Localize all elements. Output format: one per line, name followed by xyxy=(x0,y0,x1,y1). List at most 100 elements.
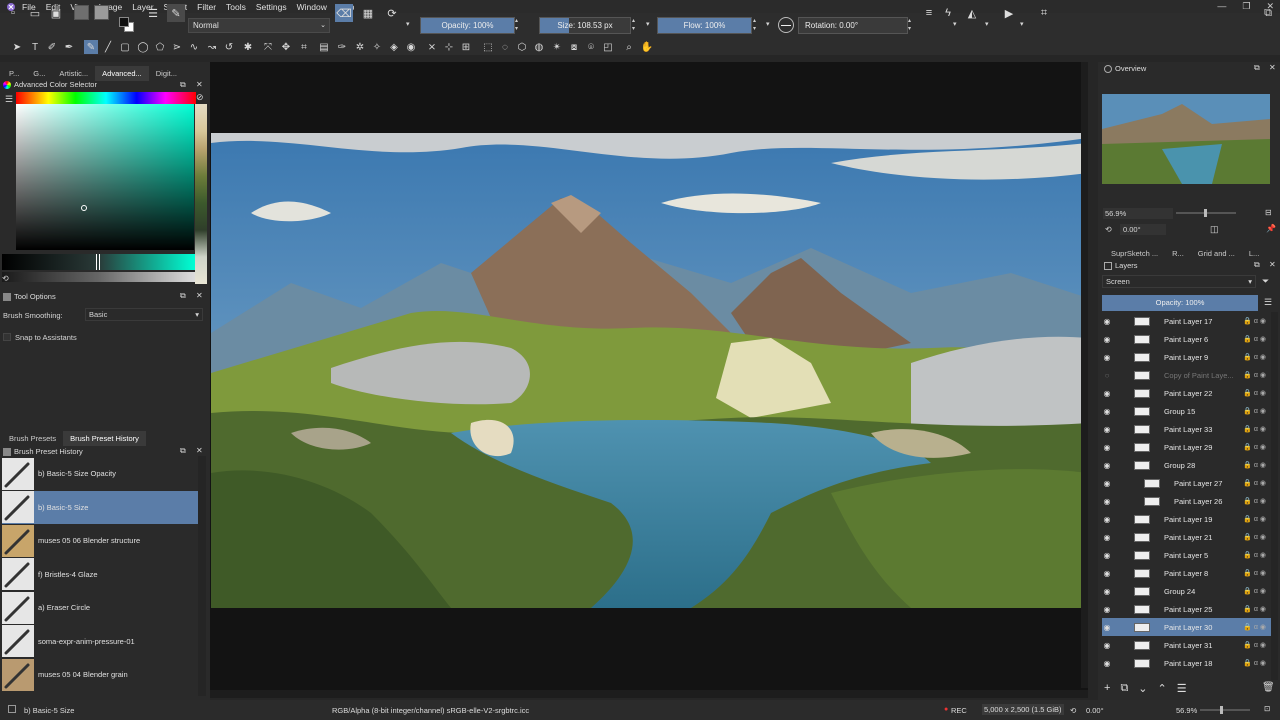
tab-0[interactable]: P... xyxy=(2,66,26,81)
tab-4[interactable]: Digit... xyxy=(149,66,184,81)
layer-row[interactable]: ◉ Paint Layer 29 🔒α◉ xyxy=(1102,438,1272,456)
freehand-brush-icon[interactable]: ✎ xyxy=(84,40,98,54)
zoom-fit-icon[interactable]: ⊟ xyxy=(1265,208,1272,217)
pattern-swatch[interactable] xyxy=(74,5,89,20)
layer-flags-icon[interactable]: 🔒α◉ xyxy=(1243,659,1268,667)
layer-flags-icon[interactable]: 🔒α◉ xyxy=(1243,371,1268,379)
multibrush-icon[interactable]: ✱ xyxy=(241,40,255,54)
status-rec[interactable]: REC xyxy=(951,706,967,715)
opacity-spin-icon[interactable]: ▴ ▾ xyxy=(515,17,518,33)
reference-tool-icon[interactable]: ⊞ xyxy=(459,40,473,54)
rotation-spin-icon[interactable]: ▴ ▾ xyxy=(908,17,911,33)
dynamic-brush-icon[interactable]: ↺ xyxy=(222,40,236,54)
chevron-down-icon[interactable]: ▾ xyxy=(766,20,770,28)
polygon-tool-icon[interactable]: ⬠ xyxy=(153,40,167,54)
bezier-tool-icon[interactable]: ∿ xyxy=(187,40,201,54)
tab-3[interactable]: Advanced... xyxy=(95,66,149,81)
rotate-icon[interactable]: ⟲ xyxy=(1105,225,1112,234)
rotation-field[interactable]: 0.00° xyxy=(1120,224,1166,235)
status-zoom-slider[interactable] xyxy=(1200,706,1250,714)
ellipse-select-icon[interactable]: ◌ xyxy=(498,40,512,54)
select-tool-icon[interactable]: ➤ xyxy=(10,40,24,54)
layer-row[interactable]: ◉ Paint Layer 22 🔒α◉ xyxy=(1102,384,1272,402)
alpha-lock-icon[interactable]: ▦ xyxy=(359,4,377,22)
menu-tools[interactable]: Tools xyxy=(222,2,252,12)
layers-scrollbar[interactable] xyxy=(1271,312,1278,680)
mirror-view-icon[interactable]: ◫ xyxy=(1210,224,1219,235)
tab-0[interactable]: SuprSketch ... xyxy=(1104,246,1165,261)
layer-row[interactable]: ◉ Group 15 🔒α◉ xyxy=(1102,402,1272,420)
layer-flags-icon[interactable]: 🔒α◉ xyxy=(1243,443,1268,451)
layer-row[interactable]: ◉ Paint Layer 17 🔒α◉ xyxy=(1102,312,1272,330)
close-panel-icon[interactable]: ✕ xyxy=(1269,63,1276,72)
enclose-fill-icon[interactable]: ◉ xyxy=(404,40,418,54)
tab-0[interactable]: Brush Presets xyxy=(2,431,63,446)
save-icon[interactable]: ▣ xyxy=(47,4,65,22)
pin-icon[interactable]: 📌 xyxy=(1266,224,1276,233)
workspace-icon[interactable]: ⧉ xyxy=(1259,4,1277,22)
layer-flags-icon[interactable]: 🔒α◉ xyxy=(1243,641,1268,649)
float-panel-icon[interactable]: ⧉ xyxy=(180,446,186,456)
freehand-path-icon[interactable]: ↝ xyxy=(205,40,219,54)
color-history-strip[interactable] xyxy=(195,104,207,284)
assistant-tool-icon[interactable]: ⨯ xyxy=(425,40,439,54)
calligraphy-icon[interactable]: ✒ xyxy=(62,40,76,54)
layer-row[interactable]: ◉ Paint Layer 21 🔒α◉ xyxy=(1102,528,1272,546)
brush-history-item[interactable]: soma-expr-anim-pressure-01 xyxy=(2,625,198,658)
zoom-tool-icon[interactable]: ⌕ xyxy=(622,40,636,54)
color-menu-icon[interactable]: ☰ xyxy=(5,94,13,105)
reload-preset-icon[interactable]: ⟳ xyxy=(383,4,401,22)
move-down-icon[interactable]: ⌄ xyxy=(1138,682,1147,695)
layer-flags-icon[interactable]: 🔒α◉ xyxy=(1243,389,1268,397)
canvas-artwork[interactable] xyxy=(211,133,1088,608)
brush-history-item[interactable]: a) Eraser Circle xyxy=(2,591,198,624)
rect-select-icon[interactable]: ⬚ xyxy=(481,40,495,54)
crop-tool-icon[interactable]: ⌗ xyxy=(297,40,311,54)
layer-flags-icon[interactable]: 🔒α◉ xyxy=(1243,479,1268,487)
eye-icon[interactable]: ◉ xyxy=(1102,389,1112,398)
layer-menu-icon[interactable]: ☰ xyxy=(1264,297,1272,308)
duplicate-layer-icon[interactable]: ⧉ xyxy=(1120,682,1128,695)
refresh-icon[interactable]: ⟲ xyxy=(2,274,9,283)
color-square[interactable] xyxy=(16,104,194,250)
layer-flags-icon[interactable]: 🔒α◉ xyxy=(1243,623,1268,631)
eye-icon[interactable]: ◉ xyxy=(1102,497,1112,506)
layer-row[interactable]: ◉ Paint Layer 31 🔒α◉ xyxy=(1102,636,1272,654)
brush-history-item[interactable]: muses 05 04 Blender grain xyxy=(2,658,198,691)
layer-flags-icon[interactable]: 🔒α◉ xyxy=(1243,515,1268,523)
brush-history-item[interactable]: b) Basic-5 Size xyxy=(2,490,198,524)
measure-tool-icon[interactable]: ⊹ xyxy=(442,40,456,54)
opacity-slider[interactable]: Opacity: 100% xyxy=(420,17,515,34)
pan-tool-icon[interactable]: ✋ xyxy=(640,40,654,54)
layer-row[interactable]: ◉ Group 28 🔒α◉ xyxy=(1102,456,1272,474)
outline-select-icon[interactable]: ◍ xyxy=(532,40,546,54)
overview-thumbnail[interactable] xyxy=(1102,94,1270,184)
magnetic-select-icon[interactable]: ◰ xyxy=(601,40,615,54)
close-panel-icon[interactable]: ✕ xyxy=(1269,260,1276,269)
float-panel-icon[interactable]: ⧉ xyxy=(1254,63,1260,73)
eye-icon[interactable]: ◉ xyxy=(1102,533,1112,542)
hue-bar[interactable] xyxy=(16,92,196,104)
layer-flags-icon[interactable]: 🔒α◉ xyxy=(1243,587,1268,595)
zoom-field[interactable]: 56.9% xyxy=(1103,208,1173,219)
float-panel-icon[interactable]: ⧉ xyxy=(180,80,186,90)
layer-flags-icon[interactable]: 🔒α◉ xyxy=(1243,569,1268,577)
layer-row[interactable]: ◉ Group 24 🔒α◉ xyxy=(1102,582,1272,600)
layer-flags-icon[interactable]: 🔒α◉ xyxy=(1243,335,1268,343)
size-slider[interactable]: Size: 108.53 px xyxy=(539,17,631,34)
tab-3[interactable]: L... xyxy=(1242,246,1266,261)
fit-view-icon[interactable]: ⊡ xyxy=(1264,704,1270,713)
chevron-down-icon[interactable]: ▾ xyxy=(985,20,989,28)
eye-icon[interactable]: ◉ xyxy=(1102,443,1112,452)
layer-row[interactable]: ◉ Paint Layer 26 🔒α◉ xyxy=(1102,492,1272,510)
edit-shapes-icon[interactable]: ✐ xyxy=(45,40,59,54)
fg-bg-color-icon[interactable] xyxy=(119,17,135,33)
canvas-vscroll[interactable] xyxy=(1081,62,1088,688)
eye-icon[interactable]: ◉ xyxy=(1102,605,1112,614)
float-panel-icon[interactable]: ⧉ xyxy=(1254,260,1260,270)
mirror-horizontal-icon[interactable]: ◭ xyxy=(963,4,981,22)
eye-icon[interactable]: ◉ xyxy=(1102,551,1112,560)
layer-flags-icon[interactable]: 🔒α◉ xyxy=(1243,425,1268,433)
layer-row[interactable]: ◉ Paint Layer 6 🔒α◉ xyxy=(1102,330,1272,348)
eye-icon[interactable]: ◉ xyxy=(1102,569,1112,578)
